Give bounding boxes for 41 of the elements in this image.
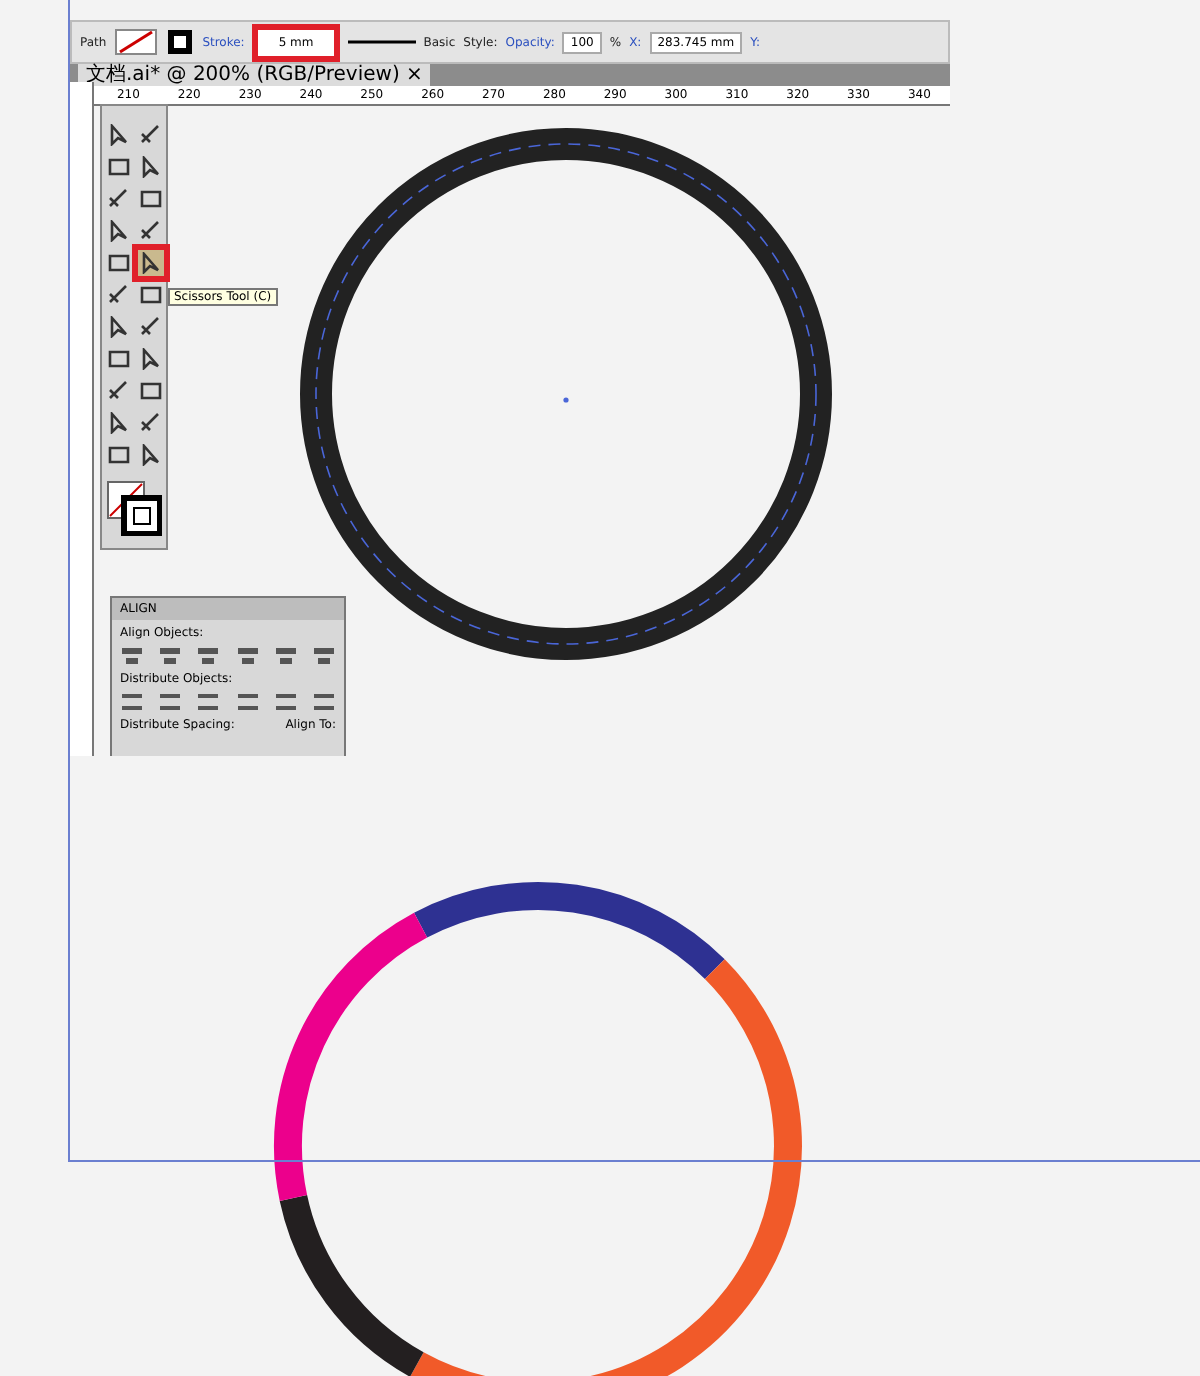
tool-icon[interactable] <box>137 186 163 212</box>
document-tab[interactable]: 文档.ai* @ 200% (RGB/Preview) × <box>78 64 431 86</box>
fill-swatch-icon[interactable] <box>114 28 159 56</box>
align-icon[interactable] <box>119 646 144 666</box>
tool-icon[interactable] <box>105 154 131 180</box>
tool-icon[interactable] <box>105 122 131 148</box>
distribute-icon[interactable] <box>196 692 221 712</box>
close-icon[interactable]: × <box>406 64 423 86</box>
tool-icon[interactable] <box>137 410 163 436</box>
distribute-icon[interactable] <box>273 692 298 712</box>
tool-icon[interactable] <box>105 442 131 468</box>
tool-icon[interactable] <box>137 250 163 276</box>
fill-stroke-icon[interactable] <box>106 480 162 536</box>
distribute-icon[interactable] <box>119 692 144 712</box>
align-icon[interactable] <box>157 646 182 666</box>
tool-icon[interactable] <box>137 282 163 308</box>
tool-icon[interactable] <box>105 346 131 372</box>
tool-icon[interactable] <box>105 186 131 212</box>
center-point-icon <box>563 397 569 403</box>
align-icon[interactable] <box>196 646 221 666</box>
distribute-icon[interactable] <box>312 692 337 712</box>
tool-icon[interactable] <box>137 378 163 404</box>
distribute-icon[interactable] <box>157 692 182 712</box>
tool-icon[interactable] <box>105 378 131 404</box>
stroke-line-icon <box>347 36 416 48</box>
tool-icon[interactable] <box>137 346 163 372</box>
distribute-icon[interactable] <box>235 692 260 712</box>
stroke-swatch-icon[interactable] <box>166 28 195 56</box>
tool-icon[interactable] <box>105 218 131 244</box>
tool-icon[interactable] <box>137 442 163 468</box>
tool-icon[interactable] <box>137 154 163 180</box>
tool-icon[interactable] <box>105 282 131 308</box>
tool-icon[interactable] <box>137 122 163 148</box>
tool-icon[interactable] <box>105 410 131 436</box>
tool-icon[interactable] <box>105 314 131 340</box>
tool-icon[interactable] <box>137 314 163 340</box>
tool-icon[interactable] <box>137 218 163 244</box>
align-icon[interactable] <box>312 646 337 666</box>
align-icon[interactable] <box>273 646 298 666</box>
tool-icon[interactable] <box>105 250 131 276</box>
align-icon[interactable] <box>235 646 260 666</box>
